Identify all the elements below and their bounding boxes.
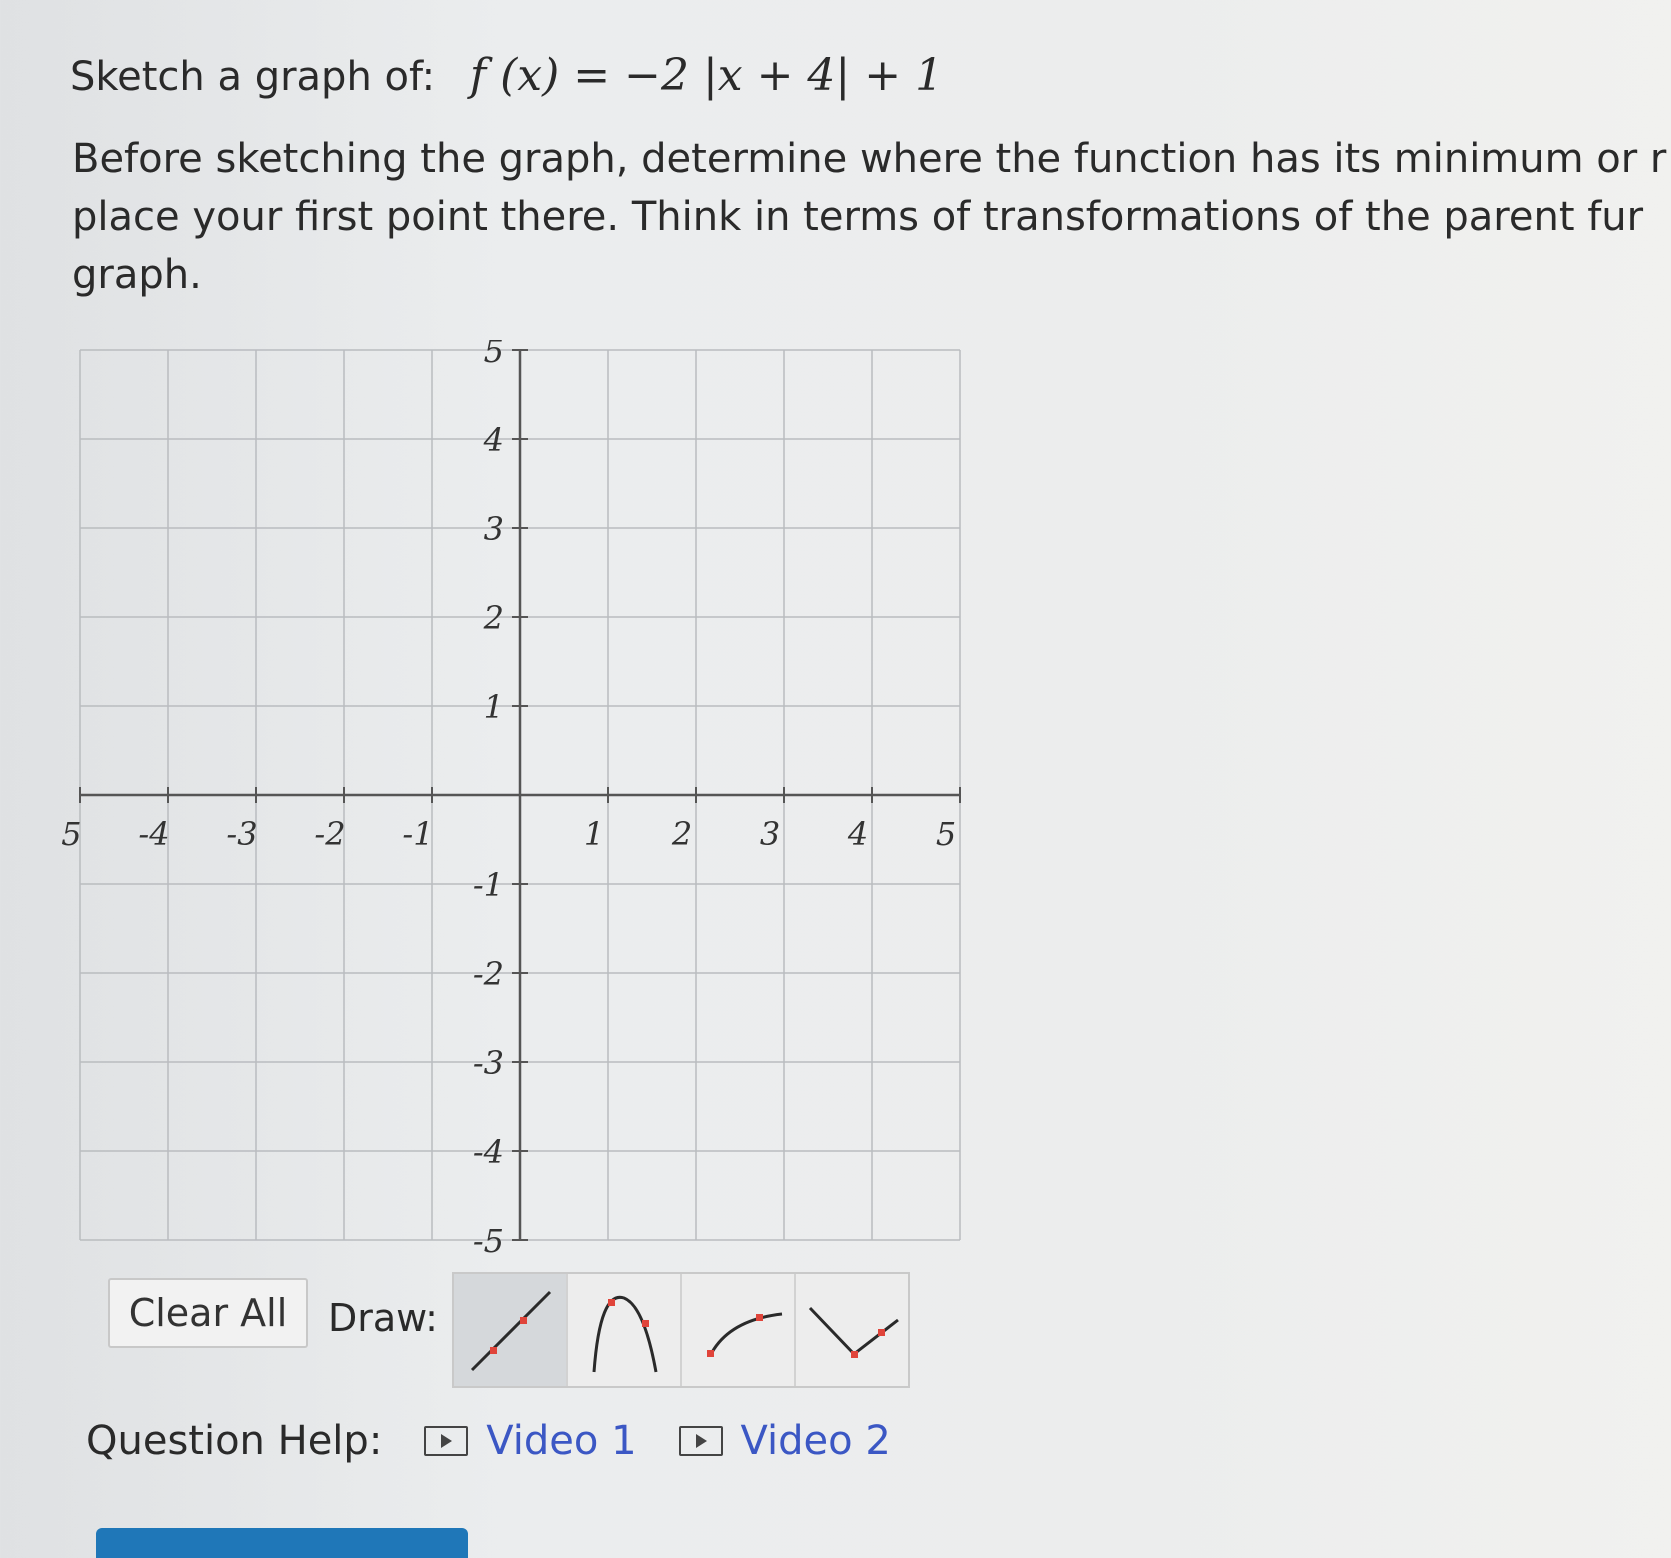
y-tick-label: -3	[473, 1044, 504, 1082]
question-instructions: Before sketching the graph, determine wh…	[72, 130, 1671, 304]
instruction-line: Before sketching the graph, determine wh…	[72, 136, 1667, 182]
video-1-label: Video 1	[486, 1418, 637, 1464]
y-tick-label: 2	[483, 599, 504, 637]
draw-label: Draw:	[328, 1296, 438, 1340]
y-tick-label: 1	[484, 688, 504, 726]
absolute-value-tool-icon	[808, 1306, 899, 1358]
x-tick-label: -5	[60, 815, 82, 853]
parabola-tool-button[interactable]	[568, 1274, 682, 1386]
parabola-tool-icon	[592, 1295, 658, 1373]
video-play-icon	[424, 1426, 469, 1456]
y-tick-label: -1	[473, 866, 504, 904]
video-play-icon	[678, 1426, 723, 1456]
y-tick-label: -4	[473, 1133, 504, 1171]
draw-tool-group	[452, 1272, 910, 1388]
x-tick-label: 1	[584, 815, 604, 853]
video-2-link[interactable]: Video 2	[678, 1418, 891, 1464]
question-prompt-row: Sketch a graph of: f (x) = −2 |x + 4| + …	[70, 50, 943, 101]
function-formula: f (x) = −2 |x + 4| + 1	[469, 50, 944, 101]
x-tick-label: -4	[138, 815, 169, 853]
question-help-label: Question Help:	[86, 1418, 383, 1464]
question-help: Question Help: Video 1 Video 2	[86, 1418, 933, 1464]
instruction-line: place your first point there. Think in t…	[72, 194, 1644, 240]
instruction-line: graph.	[72, 252, 202, 298]
graph-canvas[interactable]: -5 -4 -3 -2 -1 1 2 3 4 5 5 4 3 2 1 -1 -2 -3 -4 -5	[60, 340, 980, 1270]
x-tick-label: 3	[760, 815, 780, 853]
x-tick-label: 4	[847, 815, 868, 853]
x-tick-label: -2	[314, 815, 345, 853]
x-tick-label: -1	[402, 815, 433, 853]
y-tick-label: -2	[473, 955, 504, 993]
submit-button[interactable]	[96, 1528, 468, 1558]
question-prompt: Sketch a graph of:	[70, 54, 436, 100]
video-1-link[interactable]: Video 1	[424, 1418, 637, 1464]
x-tick-label: 5	[936, 815, 956, 853]
x-tick-label: -3	[226, 815, 257, 853]
video-2-label: Video 2	[740, 1418, 891, 1464]
curve-tool-icon	[707, 1312, 783, 1357]
curve-tool-button[interactable]	[682, 1274, 796, 1386]
absolute-value-tool-button[interactable]	[796, 1274, 908, 1386]
x-tick-label: 2	[671, 815, 692, 853]
y-tick-label: 4	[483, 421, 504, 459]
y-tick-label: -5	[473, 1222, 504, 1260]
line-tool-button[interactable]	[454, 1274, 568, 1386]
line-tool-icon	[470, 1290, 552, 1372]
clear-all-button[interactable]: Clear All	[108, 1278, 308, 1348]
y-tick-label: 3	[484, 510, 504, 548]
y-tick-label: 5	[484, 340, 504, 370]
